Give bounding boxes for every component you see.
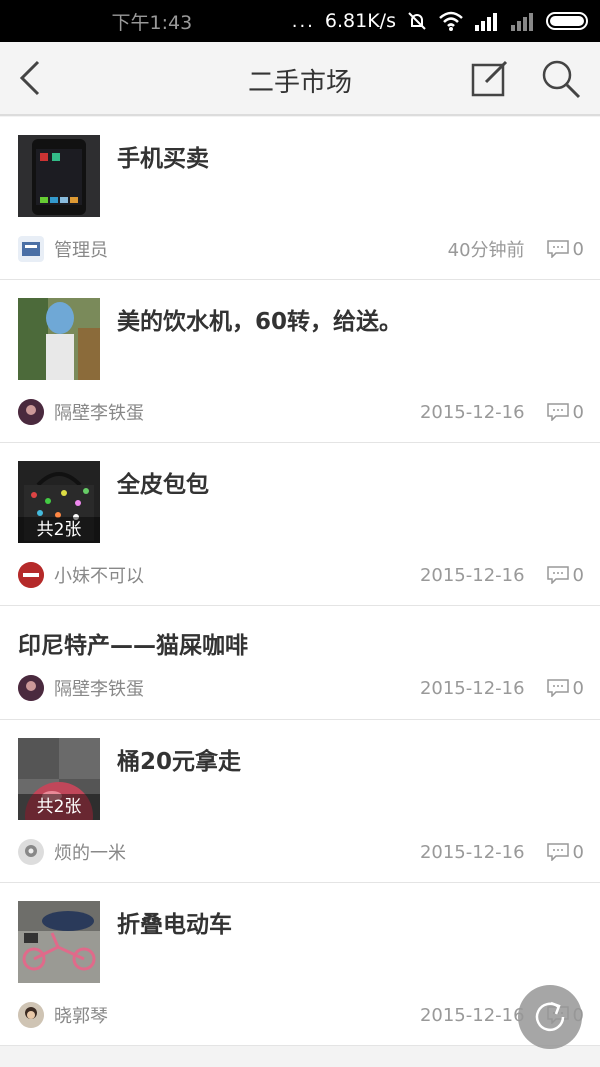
signal-2-icon [510, 13, 533, 31]
compose-icon[interactable] [470, 58, 510, 98]
battery-icon [545, 12, 588, 30]
post-title: 折叠电动车 [117, 912, 232, 938]
app-header: 二手市场 [0, 42, 600, 116]
post-meta: 小妹不可以 2015-12-16 0 [18, 561, 584, 589]
post-author[interactable]: 小妹不可以 [54, 562, 144, 588]
list-item[interactable]: 折叠电动车 晓郭琴 2015-12-16 0 [0, 883, 600, 1046]
post-thumbnail [18, 901, 100, 983]
post-thumbnail: 共2张 [18, 738, 100, 820]
comment-count-value: 0 [572, 238, 584, 260]
comment-count: 0 [546, 238, 584, 260]
status-time: 下午1:43 [111, 11, 193, 34]
comment-count: 0 [546, 564, 584, 586]
comment-icon [546, 843, 569, 861]
page-title: 二手市场 [247, 68, 352, 98]
comment-count-value: 0 [572, 841, 584, 863]
post-thumbnail [18, 298, 100, 380]
e-bike-photo [18, 901, 100, 983]
avatar [18, 399, 44, 425]
avatar [18, 675, 44, 701]
post-time: 2015-12-16 [419, 564, 525, 586]
post-author[interactable]: 隔壁李铁蛋 [54, 675, 144, 701]
post-time: 2015-12-16 [419, 1004, 525, 1026]
post-title: 美的饮水机，60转，给送。 [117, 309, 403, 335]
refresh-button[interactable] [518, 985, 582, 1049]
comment-count: 0 [546, 401, 584, 423]
status-icons: ... 6.81K/s [292, 10, 588, 32]
post-meta: 晓郭琴 2015-12-16 0 [18, 1001, 584, 1029]
avatar [18, 839, 44, 865]
net-speed: 6.81K/s [324, 10, 396, 32]
post-author[interactable]: 晓郭琴 [54, 1002, 108, 1028]
comment-count: 0 [546, 677, 584, 699]
comment-icon [546, 403, 569, 421]
list-item[interactable]: 美的饮水机，60转，给送。 隔壁李铁蛋 2015-12-16 0 [0, 280, 600, 443]
post-title: 全皮包包 [117, 472, 209, 498]
refresh-icon [535, 1001, 565, 1032]
post-meta: 隔壁李铁蛋 2015-12-16 0 [18, 674, 584, 702]
avatar [18, 1002, 44, 1028]
post-author[interactable]: 管理员 [54, 236, 108, 262]
post-list: 手机买卖 管理员 40分钟前 0 美的饮水机，60转，给送。 隔壁李铁蛋 201… [0, 117, 600, 1046]
back-arrow-icon[interactable] [14, 58, 54, 98]
post-meta: 烦的一米 2015-12-16 0 [18, 838, 584, 866]
post-time: 2015-12-16 [419, 401, 525, 423]
phone-photo [18, 135, 100, 217]
comment-icon [546, 679, 569, 697]
avatar [18, 562, 44, 588]
list-item[interactable]: 共2张 桶20元拿走 烦的一米 2015-12-16 0 [0, 720, 600, 883]
signal-icon [474, 13, 497, 31]
status-dots: ... [291, 10, 315, 32]
post-time: 2015-12-16 [419, 677, 525, 699]
post-meta: 隔壁李铁蛋 2015-12-16 0 [18, 398, 584, 426]
status-bar: 下午1:43 ... 6.81K/s [0, 0, 600, 42]
post-author[interactable]: 烦的一米 [54, 839, 126, 865]
post-title: 印尼特产——猫屎咖啡 [18, 633, 248, 659]
list-item[interactable]: 印尼特产——猫屎咖啡 隔壁李铁蛋 2015-12-16 0 [0, 606, 600, 720]
post-thumbnail [18, 135, 100, 217]
water-dispenser-photo [18, 298, 100, 380]
photo-count-badge: 共2张 [18, 517, 100, 543]
post-title: 手机买卖 [117, 146, 209, 172]
post-author[interactable]: 隔壁李铁蛋 [54, 399, 144, 425]
comment-count-value: 0 [572, 677, 584, 699]
comment-count-value: 0 [572, 401, 584, 423]
list-item[interactable]: 手机买卖 管理员 40分钟前 0 [0, 117, 600, 280]
comment-icon [546, 566, 569, 584]
comment-icon [546, 240, 569, 258]
comment-count-value: 0 [572, 564, 584, 586]
silent-bell-icon [408, 12, 426, 30]
search-icon[interactable] [540, 58, 582, 100]
post-time: 2015-12-16 [419, 841, 525, 863]
list-item[interactable]: 共2张 全皮包包 小妹不可以 2015-12-16 0 [0, 443, 600, 606]
comment-count: 0 [546, 841, 584, 863]
post-time: 40分钟前 [447, 240, 525, 261]
post-thumbnail: 共2张 [18, 461, 100, 543]
wifi-icon [439, 11, 463, 31]
post-title: 桶20元拿走 [117, 749, 242, 775]
post-meta: 管理员 40分钟前 0 [18, 235, 584, 263]
avatar [18, 236, 44, 262]
photo-count-badge: 共2张 [18, 794, 100, 820]
